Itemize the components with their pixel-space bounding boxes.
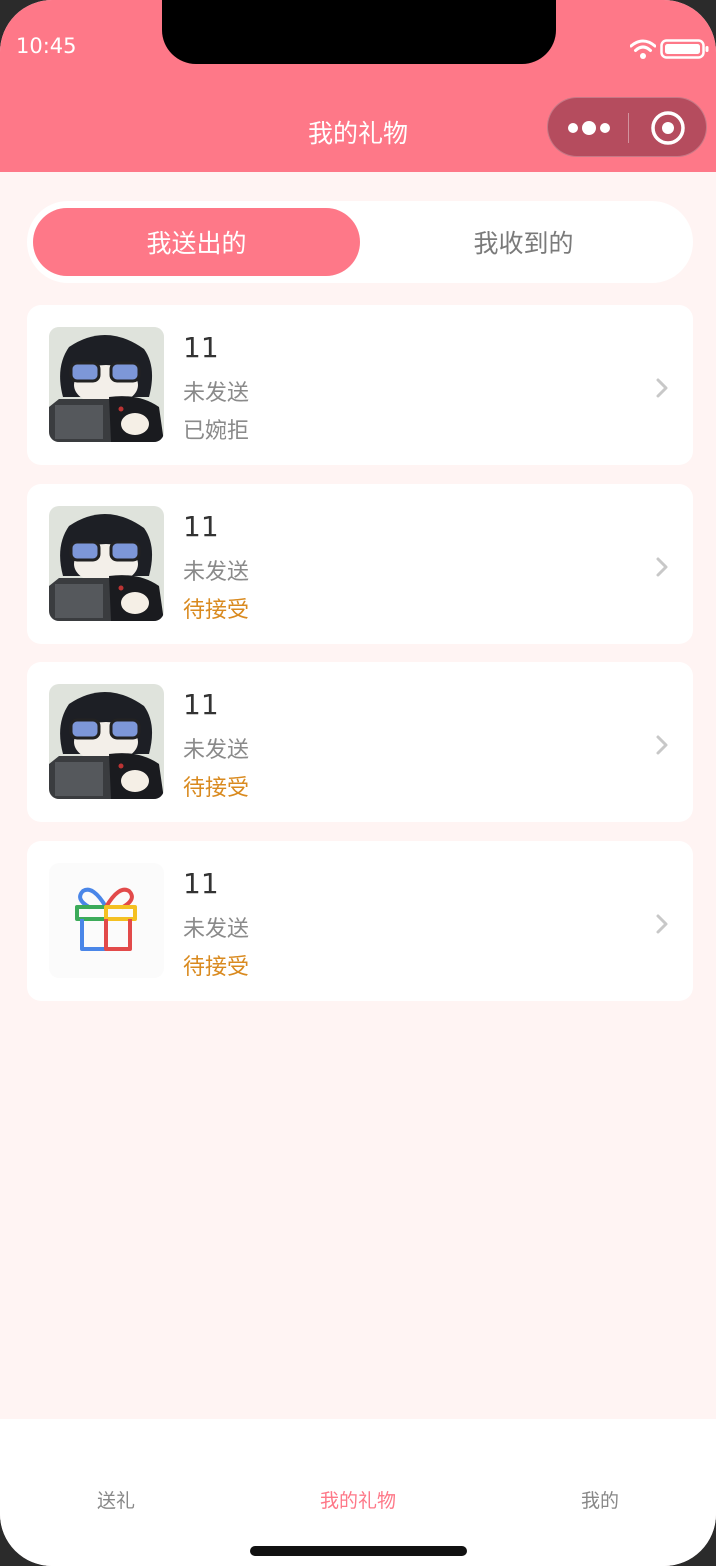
chevron-right-icon [656,378,668,398]
chevron-right-icon [656,557,668,577]
segment-control: 我送出的 我收到的 [27,201,693,283]
tab-mine[interactable]: 我的 [581,1486,619,1513]
avatar-photo [49,327,164,442]
chevron-right-icon [656,735,668,755]
capsule-divider [628,113,629,143]
avatar-photo [49,684,164,799]
notch [162,0,556,64]
gift-name: 11 [183,510,219,543]
phone-screen: 10:45 我的礼物 我送出的 我收到的 11 未发送 已婉拒 11 未发送 待… [0,0,716,1566]
gift-card[interactable]: 11 未发送 已婉拒 [27,305,693,465]
gift-card[interactable]: 11 未发送 待接受 [27,841,693,1001]
status-time: 10:45 [16,34,77,58]
avatar-photo [49,506,164,621]
send-state: 未发送 [183,381,250,406]
send-state: 未发送 [183,560,250,585]
mini-program-capsule [547,97,707,157]
navigation-bar: 10:45 我的礼物 [0,0,716,172]
gift-thumbnail [49,863,164,978]
gift-thumbnail [49,327,164,442]
gift-thumbnail [49,684,164,799]
more-icon[interactable] [566,116,612,140]
gift-icon [75,887,137,951]
chevron-right-icon [656,914,668,934]
gift-card[interactable]: 11 未发送 待接受 [27,662,693,822]
gift-status: 待接受 [183,598,250,623]
gift-status: 已婉拒 [183,419,250,444]
gift-thumbnail [49,506,164,621]
home-indicator [250,1546,467,1556]
gift-status: 待接受 [183,955,250,980]
send-state: 未发送 [183,738,250,763]
gift-name: 11 [183,688,219,721]
gift-status: 待接受 [183,776,250,801]
tab-sent[interactable]: 我送出的 [33,208,360,276]
gift-card[interactable]: 11 未发送 待接受 [27,484,693,644]
battery-icon [660,39,709,59]
tab-received[interactable]: 我收到的 [360,208,687,276]
tab-send-gift[interactable]: 送礼 [97,1486,135,1513]
tab-bar: 送礼 我的礼物 我的 [0,1419,716,1566]
gift-name: 11 [183,867,219,900]
gift-name: 11 [183,331,219,364]
tab-my-gifts[interactable]: 我的礼物 [320,1486,396,1513]
wifi-icon [630,39,656,59]
send-state: 未发送 [183,917,250,942]
close-miniprogram-icon[interactable] [649,109,687,147]
